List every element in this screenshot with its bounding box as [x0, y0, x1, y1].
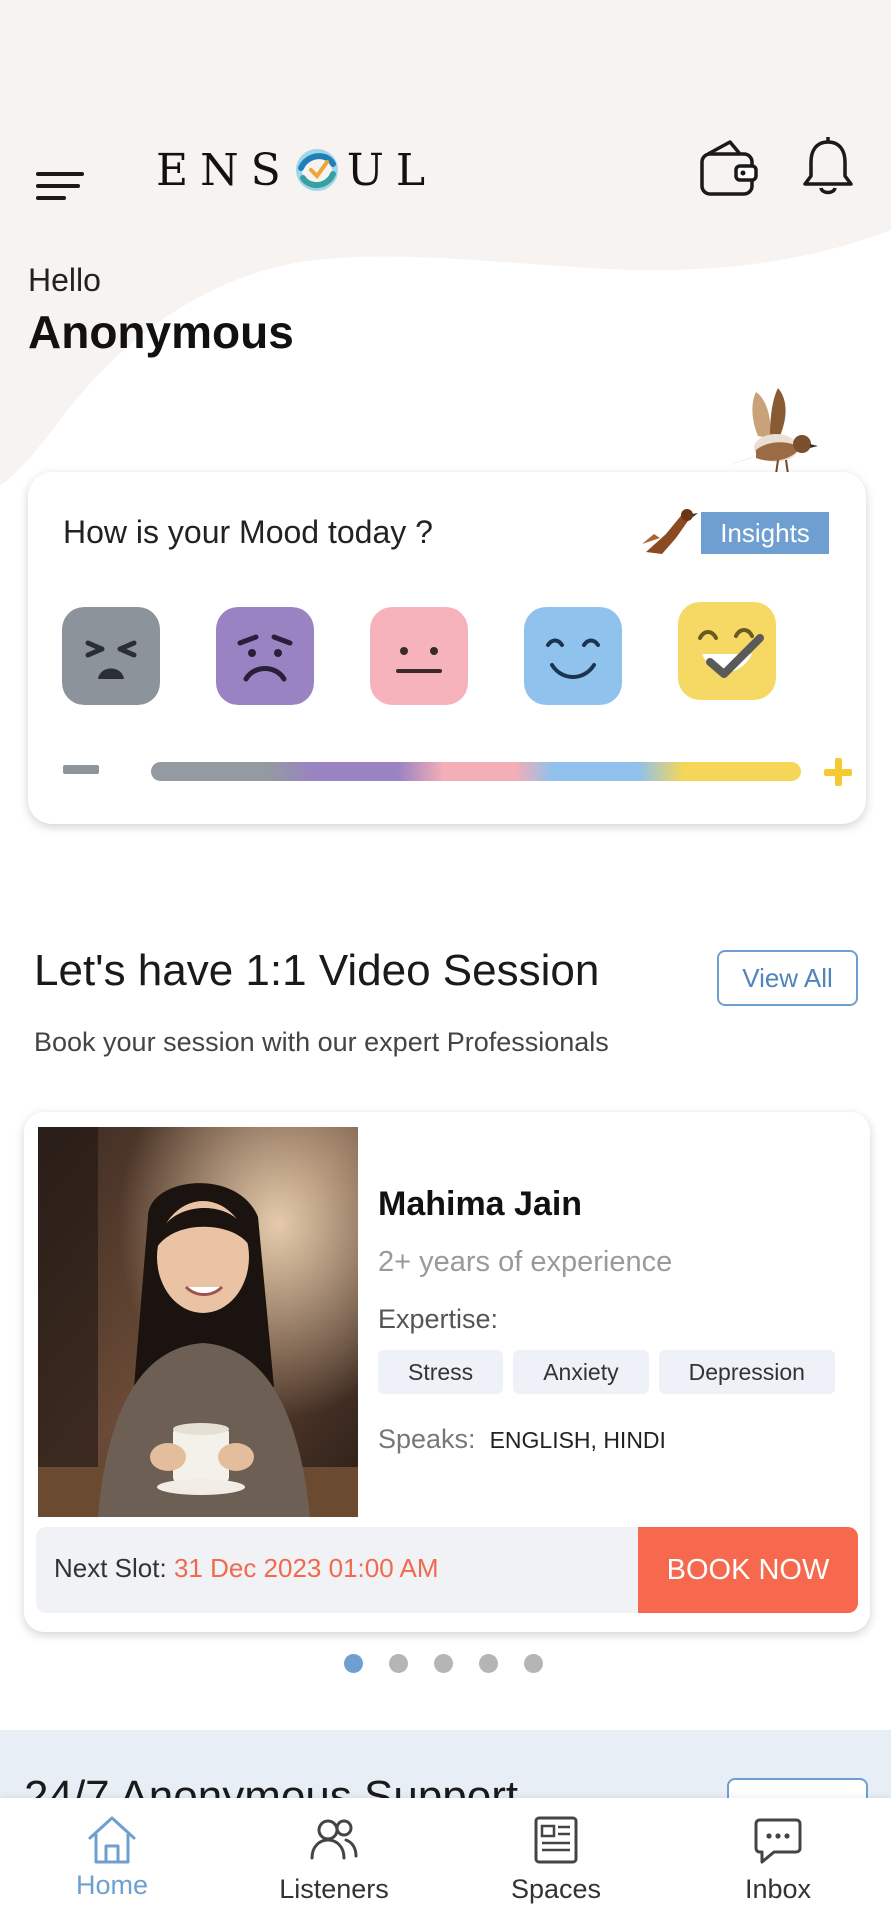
view-all-button[interactable]: View All — [717, 950, 858, 1006]
mood-very-sad-icon[interactable] — [62, 607, 160, 705]
home-icon — [88, 1816, 136, 1864]
professional-photo[interactable] — [38, 1127, 358, 1517]
carousel-dot[interactable] — [479, 1654, 498, 1673]
mood-question: How is your Mood today ? — [63, 514, 433, 550]
professional-card[interactable]: Mahima Jain 2+ years of experience Exper… — [24, 1112, 870, 1632]
plus-icon[interactable] — [823, 757, 853, 787]
nav-label: Inbox — [744, 1874, 812, 1904]
sparrow-illustration-icon — [722, 388, 818, 475]
expertise-tag: Depression — [658, 1350, 835, 1394]
logo-text-left: ENS — [156, 144, 293, 196]
carousel-indicator — [344, 1654, 543, 1673]
sparrow-small-icon — [642, 509, 698, 554]
next-slot-label: Next Slot: — [54, 1553, 167, 1583]
users-icon — [310, 1819, 358, 1860]
app-screen: ENS UL Hello Anonymous How is your Mood … — [0, 0, 891, 1920]
carousel-dot[interactable] — [524, 1654, 543, 1673]
mood-very-happy-icon[interactable] — [678, 602, 776, 700]
menu-button[interactable] — [36, 150, 88, 200]
expertise-tag: Anxiety — [513, 1350, 649, 1394]
carousel-dot[interactable] — [434, 1654, 453, 1673]
book-now-button[interactable]: BOOK NOW — [638, 1527, 858, 1613]
nav-home[interactable]: Home — [32, 1812, 192, 1912]
carousel-dot[interactable] — [344, 1654, 363, 1673]
mood-slider[interactable] — [63, 757, 852, 787]
expertise-label: Expertise: — [378, 1304, 499, 1334]
mood-happy-icon[interactable] — [524, 607, 622, 705]
speaks-languages: ENGLISH, HINDI — [489, 1427, 666, 1453]
speaks-row: Speaks: ENGLISH, HINDI — [378, 1424, 666, 1455]
app-logo: ENS UL — [156, 140, 437, 200]
video-session-subtitle: Book your session with our expert Profes… — [34, 1027, 609, 1057]
mood-slider-track[interactable] — [151, 762, 801, 781]
nav-spaces[interactable]: Spaces — [476, 1812, 636, 1912]
speaks-label: Speaks: — [378, 1424, 476, 1454]
hamburger-line — [36, 184, 80, 188]
insights-button[interactable]: Insights — [701, 512, 829, 554]
video-session-title: Let's have 1:1 Video Session — [34, 946, 600, 995]
next-slot-date: 31 Dec 2023 01:00 AM — [173, 1553, 439, 1583]
next-slot-bar: Next Slot: 31 Dec 2023 01:00 AM BOOK NOW — [36, 1527, 858, 1613]
logo-text-right: UL — [346, 144, 438, 196]
bottom-navigation: Home Listeners Spaces Inbox — [0, 1798, 891, 1920]
logo-emblem-icon — [295, 149, 338, 191]
newspaper-icon — [534, 1816, 578, 1864]
greeting-user-name: Anonymous — [28, 306, 294, 358]
chat-icon — [754, 1818, 802, 1864]
hamburger-line — [36, 196, 66, 200]
top-app-bar: ENS UL — [0, 130, 891, 210]
mood-sad-icon[interactable] — [216, 607, 314, 705]
bell-icon[interactable] — [800, 136, 856, 200]
nav-label: Spaces — [510, 1874, 602, 1904]
nav-label: Home — [75, 1870, 149, 1900]
nav-label: Listeners — [279, 1874, 389, 1904]
carousel-dot[interactable] — [389, 1654, 408, 1673]
greeting-hello: Hello — [28, 262, 101, 298]
nav-listeners[interactable]: Listeners — [254, 1812, 414, 1912]
mood-neutral-icon[interactable] — [370, 607, 468, 705]
mood-card: How is your Mood today ? Insights — [28, 472, 866, 824]
next-slot-text: Next Slot: 31 Dec 2023 01:00 AM — [54, 1553, 438, 1584]
wallet-icon[interactable] — [698, 138, 760, 200]
expertise-tags: Stress Anxiety Depression — [378, 1350, 835, 1394]
hamburger-icon — [36, 172, 84, 176]
professional-experience: 2+ years of experience — [378, 1246, 673, 1278]
nav-inbox[interactable]: Inbox — [698, 1812, 858, 1912]
expertise-tag: Stress — [378, 1350, 504, 1394]
minus-icon — [63, 765, 99, 774]
professional-name: Mahima Jain — [378, 1185, 583, 1223]
